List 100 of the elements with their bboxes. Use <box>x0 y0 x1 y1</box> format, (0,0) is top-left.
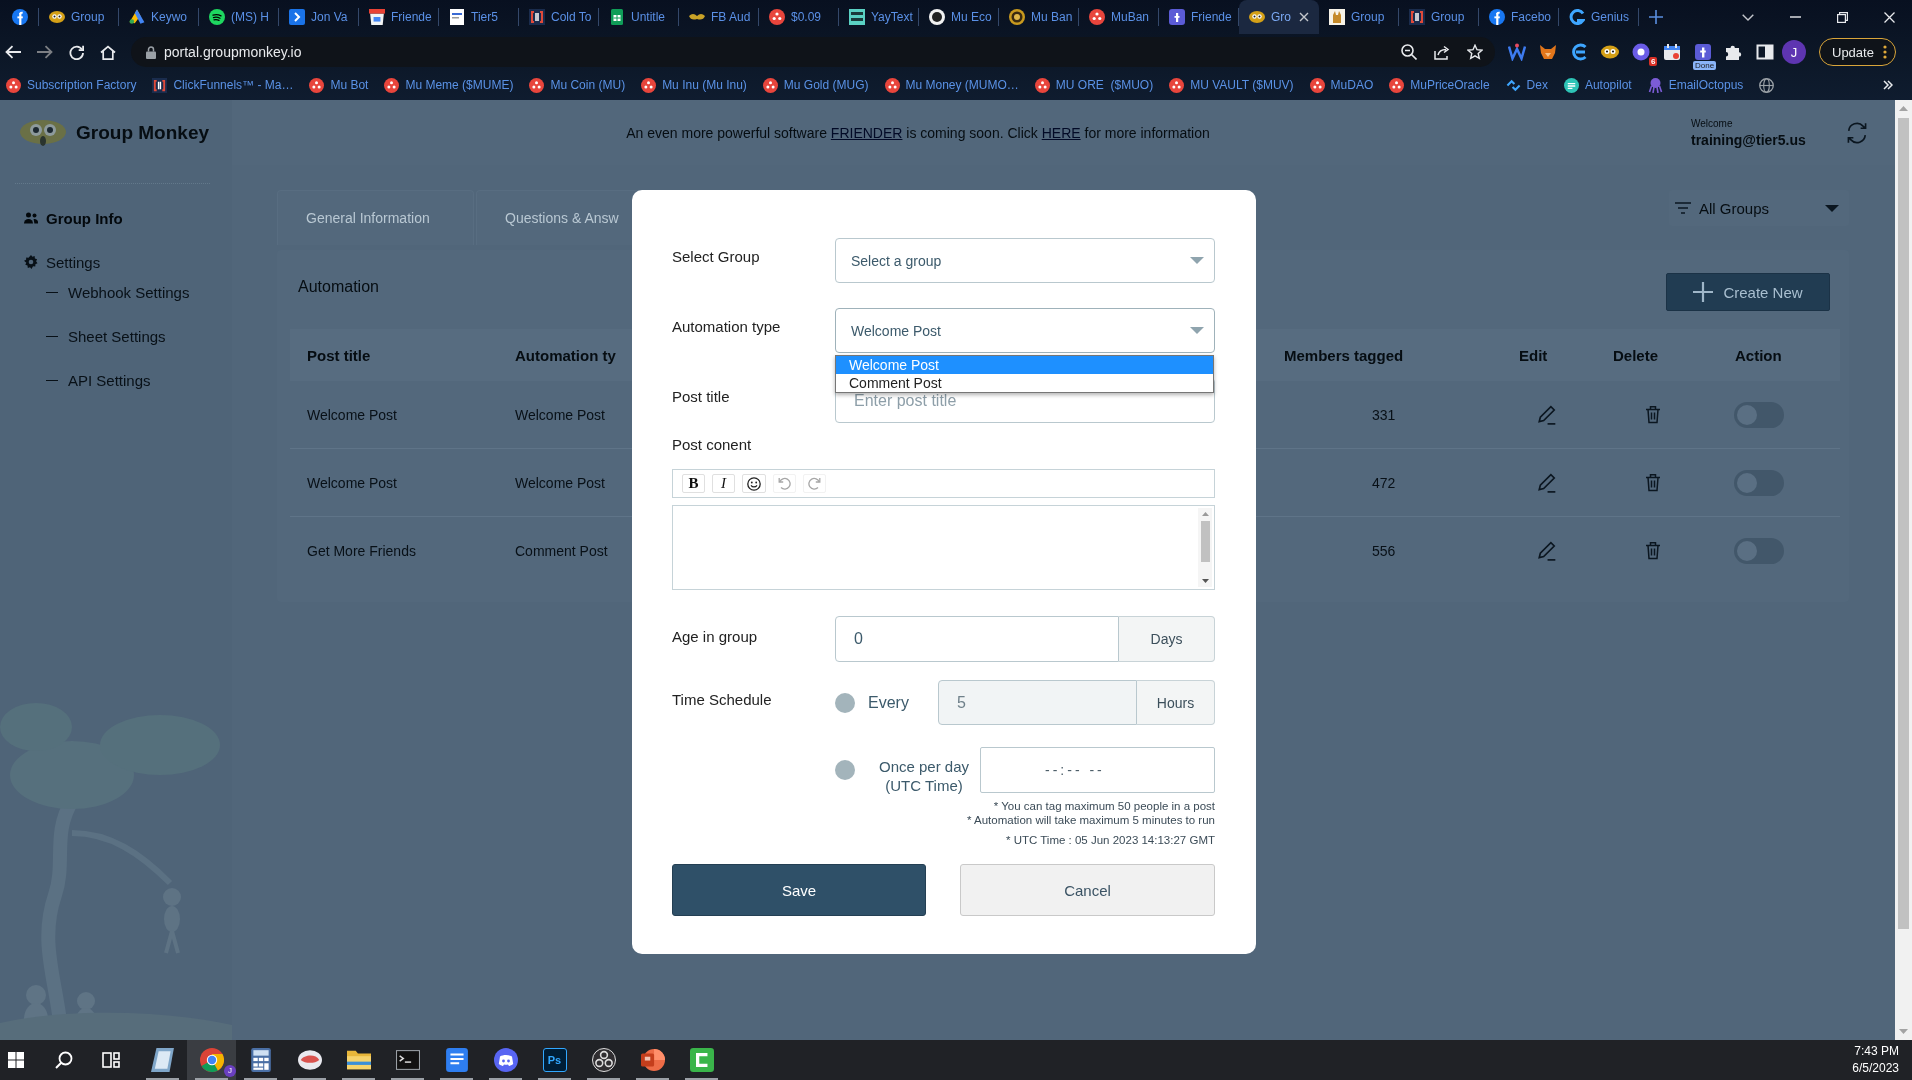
time-input[interactable]: --:-- -- <box>980 747 1215 793</box>
undo-icon <box>778 477 791 490</box>
pencil-icon[interactable] <box>1537 404 1557 425</box>
search-icon[interactable] <box>55 1051 73 1069</box>
toggle-switch[interactable] <box>1734 537 1784 564</box>
circle-logo-icon <box>529 77 545 93</box>
back-icon[interactable] <box>5 45 21 59</box>
start-icon[interactable] <box>8 1052 24 1068</box>
restore-icon[interactable] <box>1837 11 1848 23</box>
up-arrow-icon[interactable] <box>1201 512 1209 516</box>
editor-scrollbar[interactable] <box>1198 508 1212 587</box>
save-button[interactable]: Save <box>672 864 926 916</box>
bookmark[interactable]: MU ORE ($MUO) <box>1034 77 1154 93</box>
italic-button[interactable]: I <box>712 474 735 493</box>
swirl-logo-icon[interactable] <box>1570 43 1588 61</box>
star-icon[interactable] <box>1467 44 1483 60</box>
address-bar[interactable]: portal.groupmonkey.io <box>131 37 1495 67</box>
presentation-icon <box>640 1048 665 1072</box>
sidebar-subitem[interactable]: Webhook Settings <box>0 277 232 307</box>
bookmark[interactable]: ClickFunnels™ - Ma… <box>152 77 294 93</box>
refresh-icon[interactable] <box>1846 121 1868 144</box>
coin-icon <box>1009 9 1025 25</box>
side-panel-icon[interactable] <box>1756 43 1774 61</box>
home-icon[interactable] <box>100 44 116 60</box>
sidebar-item[interactable]: Group Info <box>0 203 232 233</box>
more-icon[interactable] <box>1883 45 1887 59</box>
bookmark[interactable]: MuDAO <box>1309 77 1374 93</box>
update-button[interactable]: Update <box>1819 38 1896 66</box>
bookmark[interactable]: MuPriceOracle <box>1389 77 1490 93</box>
square-logo-icon[interactable] <box>1694 43 1712 61</box>
scrollbar-thumb[interactable] <box>1898 118 1909 929</box>
circle-logo-icon <box>1309 77 1325 93</box>
profile-button[interactable]: J <box>1782 40 1806 64</box>
browser-tab[interactable]: Gro <box>1239 0 1319 34</box>
lock-icon[interactable] <box>146 45 156 59</box>
bookmark[interactable]: Mu Gold (MUG) <box>762 77 869 93</box>
tab[interactable]: General Information <box>277 190 474 245</box>
cancel-button[interactable]: Cancel <box>960 864 1215 916</box>
zoom-out-icon[interactable] <box>1401 44 1417 60</box>
bookmark[interactable]: EmailOctopus <box>1647 77 1744 93</box>
sidebar-subitem[interactable]: Sheet Settings <box>0 321 232 351</box>
announcement-link[interactable]: HERE <box>1041 124 1081 141</box>
emoji-button[interactable] <box>742 474 766 493</box>
plus-icon[interactable] <box>1649 10 1663 24</box>
reload-icon[interactable] <box>69 44 84 60</box>
pencil-icon[interactable] <box>1537 540 1557 561</box>
globe-icon[interactable] <box>1759 77 1775 93</box>
toggle-switch[interactable] <box>1734 401 1784 428</box>
bookmark[interactable]: Mu Coin (MU) <box>529 77 626 93</box>
close-icon[interactable] <box>1299 12 1309 22</box>
bookmark[interactable]: Mu Inu (Mu Inu) <box>641 77 747 93</box>
share-icon[interactable] <box>1434 44 1450 60</box>
forward-icon[interactable] <box>37 45 53 59</box>
select-field[interactable]: Select a group <box>835 238 1215 283</box>
field-label: Time Schedule <box>672 690 773 709</box>
bookmark[interactable]: MU VAULT ($MUV) <box>1169 77 1294 93</box>
select-field[interactable]: Welcome Post <box>835 308 1215 353</box>
bookmark[interactable]: Mu Bot <box>309 77 369 93</box>
circle-logo-icon[interactable] <box>1632 43 1650 61</box>
user-email: training@tier5.us <box>1691 131 1806 148</box>
bookmark[interactable]: Autopilot <box>1563 77 1632 93</box>
dropdown-option[interactable]: Welcome Post <box>836 356 1213 374</box>
down-arrow-icon[interactable] <box>1201 579 1209 583</box>
column-header: Delete <box>1613 346 1659 364</box>
square-logo-icon <box>1329 9 1345 25</box>
trash-icon[interactable] <box>1645 405 1661 424</box>
monkey-face-icon[interactable] <box>1601 43 1619 61</box>
calendar-icon[interactable] <box>1663 43 1681 61</box>
circle-logo-icon <box>1489 9 1505 25</box>
fox-icon[interactable] <box>1539 43 1557 61</box>
pencil-icon[interactable] <box>1537 472 1557 493</box>
bold-button[interactable]: B <box>682 474 705 493</box>
bookmark[interactable]: Dex <box>1505 77 1548 93</box>
bookmark[interactable]: Mu Money (MUMO… <box>884 77 1019 93</box>
radio-button[interactable] <box>835 760 855 780</box>
announcement-link[interactable]: FRIENDER <box>830 124 903 141</box>
double-chevron-icon[interactable] <box>1883 80 1893 90</box>
announcement-text: An even more powerful software FRIENDER is coming soon. Click HERE for more information <box>625 124 1211 141</box>
trash-icon[interactable] <box>1645 473 1661 492</box>
bookmark[interactable]: Subscription Factory <box>6 77 137 93</box>
circle-logo-icon <box>769 9 785 25</box>
page-scrollbar[interactable] <box>1895 100 1912 1040</box>
trash-icon[interactable] <box>1645 541 1661 560</box>
page-icon <box>449 9 465 25</box>
puzzle-icon[interactable] <box>1725 43 1743 61</box>
circle-logo-icon <box>884 77 900 93</box>
task-view-icon[interactable] <box>102 1052 120 1068</box>
number-input[interactable]: 0 <box>835 616 1119 662</box>
url-text: portal.groupmonkey.io <box>164 44 302 60</box>
toggle-switch[interactable] <box>1734 469 1784 496</box>
sidebar-item[interactable]: Settings <box>0 247 232 277</box>
sidebar-subitem[interactable]: API Settings <box>0 365 232 395</box>
zigzag-logo-icon[interactable] <box>1508 43 1526 61</box>
caret-icon <box>1825 204 1839 212</box>
bookmark[interactable]: Mu Meme ($MUME) <box>384 77 514 93</box>
taskbar-app[interactable]: J <box>187 1040 236 1080</box>
taskbar-app[interactable]: Ps <box>530 1040 579 1080</box>
caret-down-icon[interactable] <box>1742 13 1754 21</box>
scrollbar-thumb[interactable] <box>1200 521 1210 562</box>
create-button[interactable]: Create New <box>1666 273 1830 311</box>
